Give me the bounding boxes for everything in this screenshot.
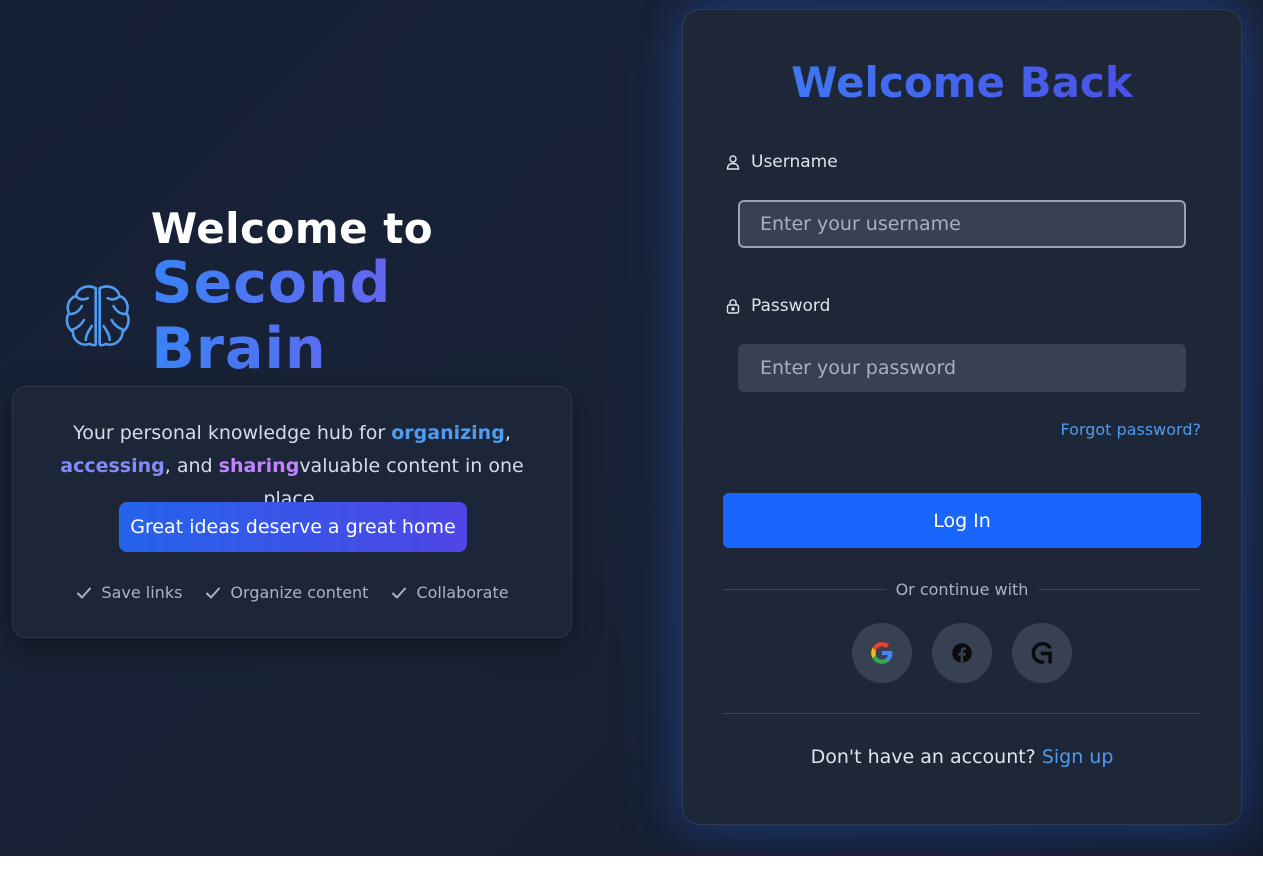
signup-row: Don't have an account? Sign up xyxy=(683,746,1241,768)
brain-icon xyxy=(65,285,130,347)
intro-comma: , xyxy=(504,422,511,444)
intro-and: , and xyxy=(164,455,219,477)
signup-link[interactable]: Sign up xyxy=(1042,746,1114,768)
hero-title: Welcome to xyxy=(150,204,434,253)
divider-line xyxy=(723,589,886,590)
highlight-sharing: sharing xyxy=(218,455,300,477)
login-card: Welcome Back Username Password Forgot pa… xyxy=(682,9,1242,825)
google-login-button[interactable] xyxy=(852,623,912,683)
social-login-buttons xyxy=(683,623,1241,683)
highlight-accessing: accessing xyxy=(60,455,165,477)
google-icon xyxy=(871,642,893,664)
username-label: Username xyxy=(725,152,838,172)
username-input[interactable] xyxy=(738,200,1186,248)
user-icon xyxy=(726,155,740,170)
brand: Second Brain xyxy=(62,250,584,382)
feature-list: Save links Organize content Collaborate xyxy=(13,583,571,602)
forgot-password-link[interactable]: Forgot password? xyxy=(1061,420,1201,439)
signup-prompt: Don't have an account? xyxy=(810,746,1036,768)
hero-section: Welcome to Second Brain Your personal kn… xyxy=(0,0,584,856)
login-title: Welcome Back xyxy=(683,58,1241,107)
intro-text-before: Your personal knowledge hub for xyxy=(73,422,392,444)
feature-label: Organize content xyxy=(230,583,369,602)
login-button[interactable]: Log In xyxy=(723,493,1201,548)
feature-item: Organize content xyxy=(204,583,368,602)
feature-item: Collaborate xyxy=(390,583,509,602)
divider-text: Or continue with xyxy=(895,580,1029,599)
app-background: Welcome to Second Brain Your personal kn… xyxy=(0,0,1263,856)
lock-icon xyxy=(726,299,740,314)
facebook-login-button[interactable] xyxy=(932,623,992,683)
footer-divider xyxy=(723,713,1201,714)
check-icon xyxy=(206,587,221,598)
feature-label: Save links xyxy=(101,583,183,602)
brand-name: Second Brain xyxy=(151,250,584,382)
feature-label: Collaborate xyxy=(416,583,509,602)
check-icon xyxy=(392,587,407,598)
intro-card: Your personal knowledge hub for organizi… xyxy=(12,386,572,638)
username-label-text: Username xyxy=(751,152,838,172)
feature-item: Save links xyxy=(75,583,182,602)
divider-line xyxy=(1038,589,1202,590)
password-input[interactable] xyxy=(738,344,1186,392)
cta-button[interactable]: Great ideas deserve a great home xyxy=(119,502,467,552)
social-divider: Or continue with xyxy=(723,580,1202,599)
password-label: Password xyxy=(725,296,830,316)
github-login-button[interactable] xyxy=(1012,623,1072,683)
password-label-text: Password xyxy=(751,296,831,316)
facebook-icon xyxy=(952,643,972,663)
github-icon xyxy=(1031,642,1052,664)
highlight-organizing: organizing xyxy=(391,422,505,444)
check-icon xyxy=(77,587,92,598)
